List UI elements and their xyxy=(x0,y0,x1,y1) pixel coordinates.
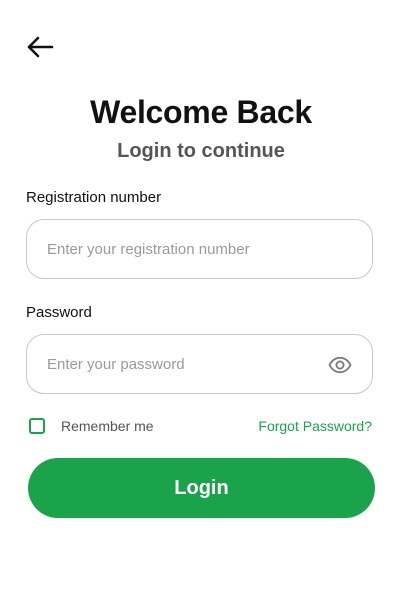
registration-field[interactable] xyxy=(26,219,373,279)
password-input[interactable] xyxy=(47,355,352,373)
remember-me-label: Remember me xyxy=(61,418,154,434)
remember-me-option[interactable]: Remember me xyxy=(29,418,154,434)
eye-icon xyxy=(328,356,352,374)
remember-me-checkbox[interactable] xyxy=(29,418,45,434)
registration-label: Registration number xyxy=(26,189,162,206)
password-visibility-toggle[interactable] xyxy=(328,353,352,377)
back-button[interactable] xyxy=(24,32,56,62)
page-subtitle: Login to continue xyxy=(117,140,285,162)
page-title: Welcome Back xyxy=(90,94,312,130)
registration-input[interactable] xyxy=(47,240,352,258)
password-field[interactable] xyxy=(26,334,373,394)
login-screen: Welcome Back Login to continue Registrat… xyxy=(0,0,402,616)
arrow-left-icon xyxy=(27,36,54,58)
password-label: Password xyxy=(26,304,92,321)
forgot-password-link[interactable]: Forgot Password? xyxy=(258,418,372,434)
login-button[interactable]: Login xyxy=(28,458,375,518)
